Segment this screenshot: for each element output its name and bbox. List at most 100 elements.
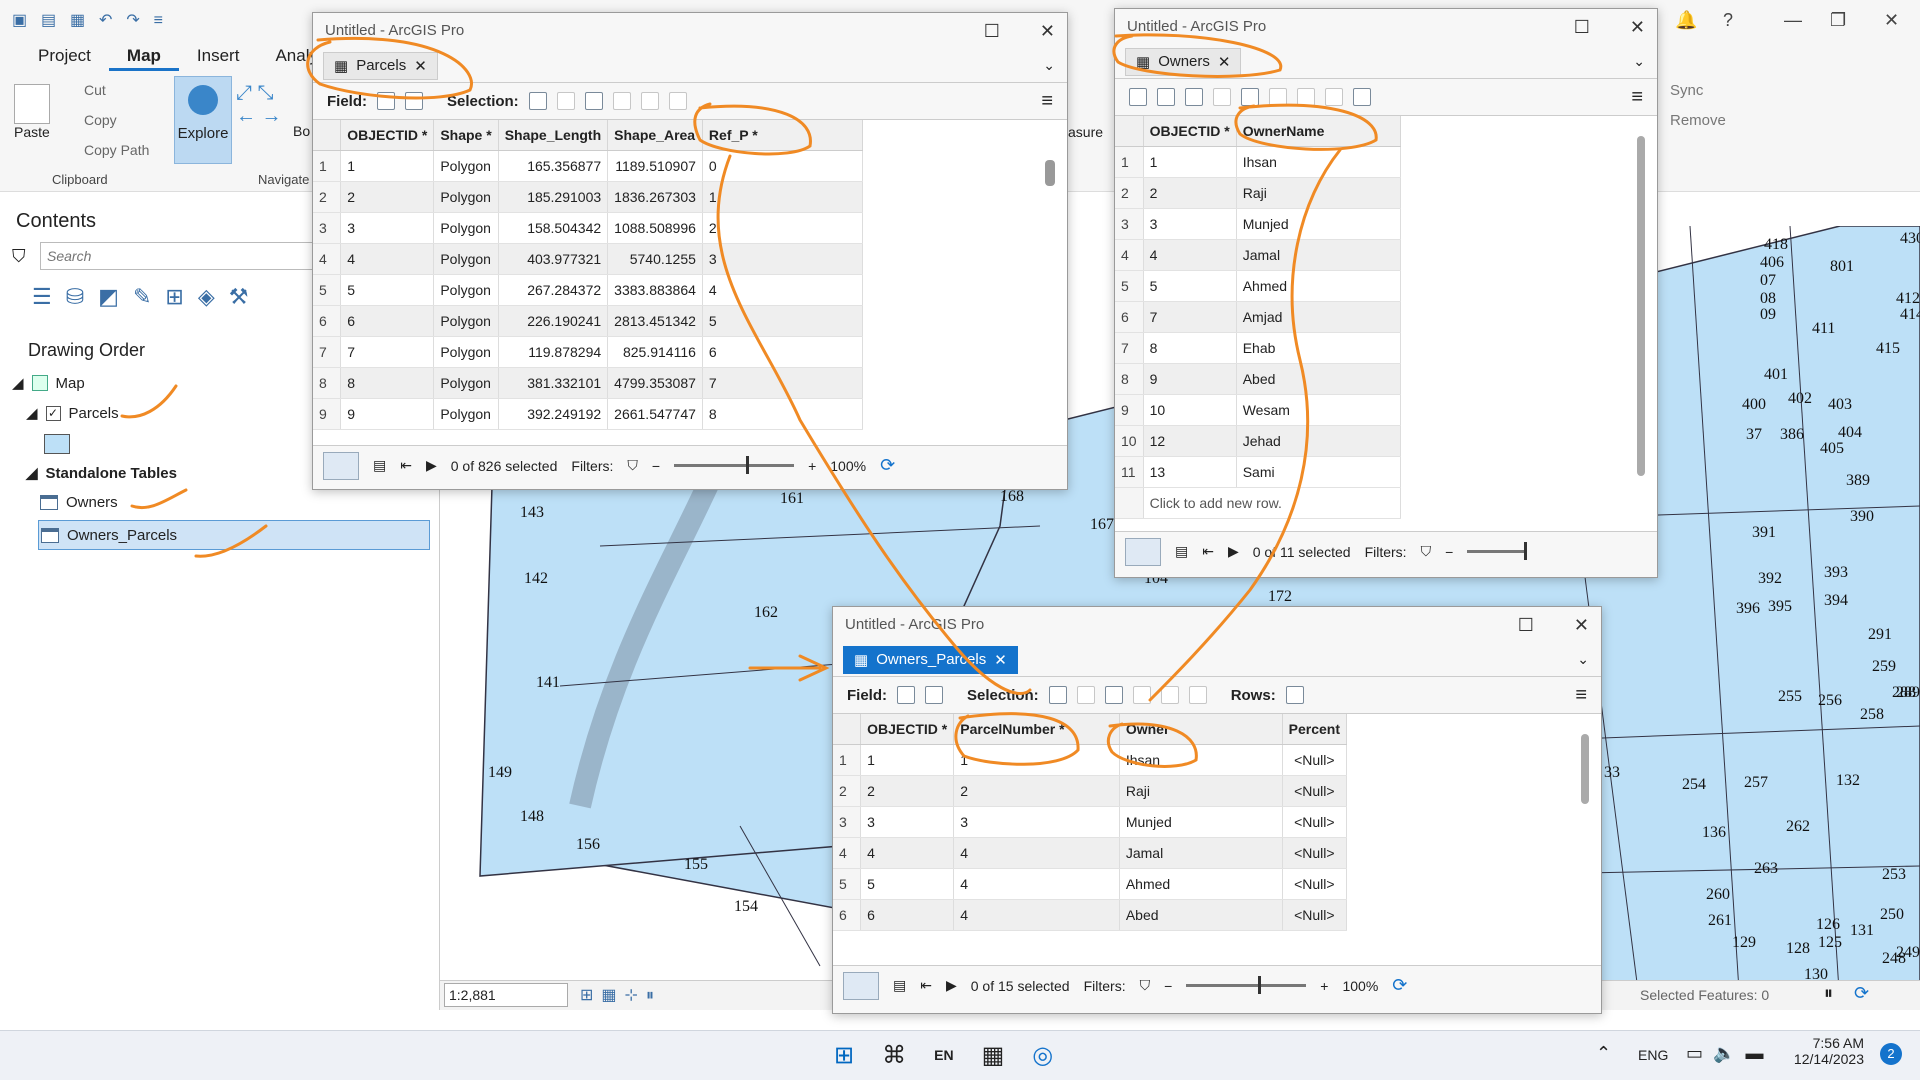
table-row[interactable]: 2 2 2 Raji <Null>: [833, 775, 1348, 807]
tray-overflow-icon[interactable]: ⌃: [1596, 1043, 1611, 1064]
remove-button[interactable]: Remove: [1670, 112, 1726, 129]
show-all-records-button[interactable]: [843, 971, 879, 1000]
menu-icon[interactable]: ≡: [1631, 86, 1643, 109]
row-number[interactable]: 3: [833, 806, 862, 838]
table-cell[interactable]: Abed: [1119, 899, 1283, 931]
table-cell[interactable]: Abed: [1236, 363, 1402, 395]
copy-selection-icon[interactable]: [668, 92, 687, 110]
table-cell[interactable]: 3: [1143, 208, 1237, 240]
calculate-field-icon[interactable]: [1157, 88, 1175, 106]
snapping-icon[interactable]: ⊹: [625, 987, 646, 1004]
tab-project[interactable]: Project: [20, 44, 109, 71]
table-cell[interactable]: 2: [702, 212, 864, 244]
row-number[interactable]: 7: [1115, 332, 1144, 364]
delete-selection-icon[interactable]: [640, 92, 659, 110]
table-cell[interactable]: 8: [1143, 332, 1237, 364]
row-number[interactable]: 9: [313, 398, 342, 430]
table-cell[interactable]: Raji: [1236, 177, 1402, 209]
table-row[interactable]: 3 3 Polygon 158.504342 1088.508996 2: [313, 212, 864, 244]
arcgis-pro-icon[interactable]: ◎: [1032, 1041, 1053, 1070]
show-all-records-button[interactable]: [1125, 537, 1161, 566]
bookmarks-button[interactable]: Bo: [293, 123, 310, 139]
zoom-to-selection-icon[interactable]: [1213, 88, 1231, 106]
checkbox-parcels[interactable]: ✓: [45, 405, 61, 421]
table-cell[interactable]: 4: [860, 837, 955, 869]
close-icon[interactable]: ✕: [1574, 615, 1589, 635]
close-tab-icon[interactable]: ✕: [414, 57, 427, 75]
refresh-icon[interactable]: ⟳: [1854, 983, 1869, 1004]
table-cell[interactable]: 3: [340, 212, 435, 244]
battery-icon[interactable]: ▬: [1745, 1043, 1773, 1063]
table-cell[interactable]: 185.291003: [498, 181, 609, 213]
tab-map[interactable]: Map: [108, 44, 179, 71]
list-by-drawing-order-icon[interactable]: ☰: [32, 284, 66, 309]
table-cell[interactable]: Wesam: [1236, 394, 1402, 426]
table-cell[interactable]: 1: [702, 181, 864, 213]
table-row[interactable]: 5 5 Polygon 267.284372 3383.883864 4: [313, 274, 864, 306]
filter-icon[interactable]: ⛉: [1140, 977, 1151, 994]
column-header[interactable]: ParcelNumber *: [953, 714, 1120, 745]
paste-button[interactable]: Paste: [14, 124, 50, 140]
table-row[interactable]: 8 9 Abed: [1115, 363, 1402, 395]
filter-icon[interactable]: ⛉: [12, 246, 26, 267]
next-record-icon[interactable]: ▶: [946, 977, 957, 994]
chevron-down-icon[interactable]: ⌄: [1043, 57, 1055, 74]
zoom-out-icon[interactable]: −: [1164, 978, 1172, 994]
network-icon[interactable]: ▭: [1686, 1043, 1713, 1063]
show-selected-records-icon[interactable]: ▤: [1175, 543, 1188, 560]
table-cell[interactable]: 1: [340, 150, 435, 182]
table-cell[interactable]: Polygon: [433, 305, 499, 337]
table-cell[interactable]: 1189.510907: [607, 150, 703, 182]
zoom-slider[interactable]: [1186, 976, 1307, 994]
table-row[interactable]: 5 5 Ahmed: [1115, 270, 1402, 302]
clock[interactable]: 7:56 AM 12/14/2023: [1780, 1035, 1864, 1067]
add-field-icon[interactable]: [1129, 88, 1147, 106]
table-cell[interactable]: 4: [1143, 239, 1237, 271]
table-cell[interactable]: <Null>: [1282, 744, 1348, 776]
tab-insert[interactable]: Insert: [179, 44, 258, 71]
table-cell[interactable]: 9: [1143, 363, 1237, 395]
row-number[interactable]: 8: [1115, 363, 1144, 395]
row-number[interactable]: 5: [833, 868, 862, 900]
clear-selection-icon[interactable]: [1132, 686, 1151, 704]
table-cell[interactable]: Polygon: [433, 212, 499, 244]
calculate-field-icon[interactable]: [405, 92, 423, 110]
table-cell[interactable]: 5: [1143, 270, 1237, 302]
maximize-icon[interactable]: ☐: [1574, 17, 1590, 37]
table-cell[interactable]: 226.190241: [498, 305, 609, 337]
table-cell[interactable]: Sami: [1236, 456, 1402, 488]
table-cell[interactable]: 7: [702, 367, 864, 399]
table-cell[interactable]: 7: [340, 336, 435, 368]
table-cell[interactable]: Ihsan: [1119, 744, 1283, 776]
table-cell[interactable]: Ahmed: [1236, 270, 1402, 302]
table-cell[interactable]: Ihsan: [1236, 146, 1402, 178]
collapse-icon[interactable]: ◢: [26, 404, 38, 422]
table-cell[interactable]: 158.504342: [498, 212, 609, 244]
zoom-slider[interactable]: [674, 456, 795, 474]
column-header[interactable]: OwnerName: [1236, 116, 1402, 147]
close-icon[interactable]: ✕: [1884, 10, 1899, 31]
table-cell[interactable]: Polygon: [433, 336, 499, 368]
menu-icon[interactable]: ≡: [1575, 684, 1587, 707]
table-cell[interactable]: 9: [340, 398, 435, 430]
chevron-down-icon[interactable]: ⌄: [1633, 53, 1645, 70]
table-cell[interactable]: <Null>: [1282, 837, 1348, 869]
table-row[interactable]: 4 4 4 Jamal <Null>: [833, 837, 1348, 869]
column-header[interactable]: Ref_P *: [702, 120, 864, 151]
table-row[interactable]: 1 1 Ihsan: [1115, 146, 1402, 178]
close-tab-icon[interactable]: ✕: [994, 651, 1007, 669]
column-header[interactable]: OBJECTID *: [340, 120, 435, 151]
table-row[interactable]: 3 3 Munjed: [1115, 208, 1402, 240]
table-cell[interactable]: 4799.353087: [607, 367, 703, 399]
table-cell[interactable]: 10: [1143, 394, 1237, 426]
show-all-records-button[interactable]: [323, 451, 359, 480]
list-by-selection-icon[interactable]: ◩: [98, 284, 133, 309]
table-cell[interactable]: Polygon: [433, 398, 499, 430]
table-cell[interactable]: <Null>: [1282, 899, 1348, 931]
explore-button[interactable]: Explore: [174, 76, 232, 164]
zoom-level[interactable]: 100%: [1342, 978, 1378, 994]
row-number[interactable]: 4: [1115, 239, 1144, 271]
table-cell[interactable]: Raji: [1119, 775, 1283, 807]
volume-icon[interactable]: 🔈: [1713, 1043, 1745, 1063]
zoom-in-icon[interactable]: +: [1320, 978, 1328, 994]
